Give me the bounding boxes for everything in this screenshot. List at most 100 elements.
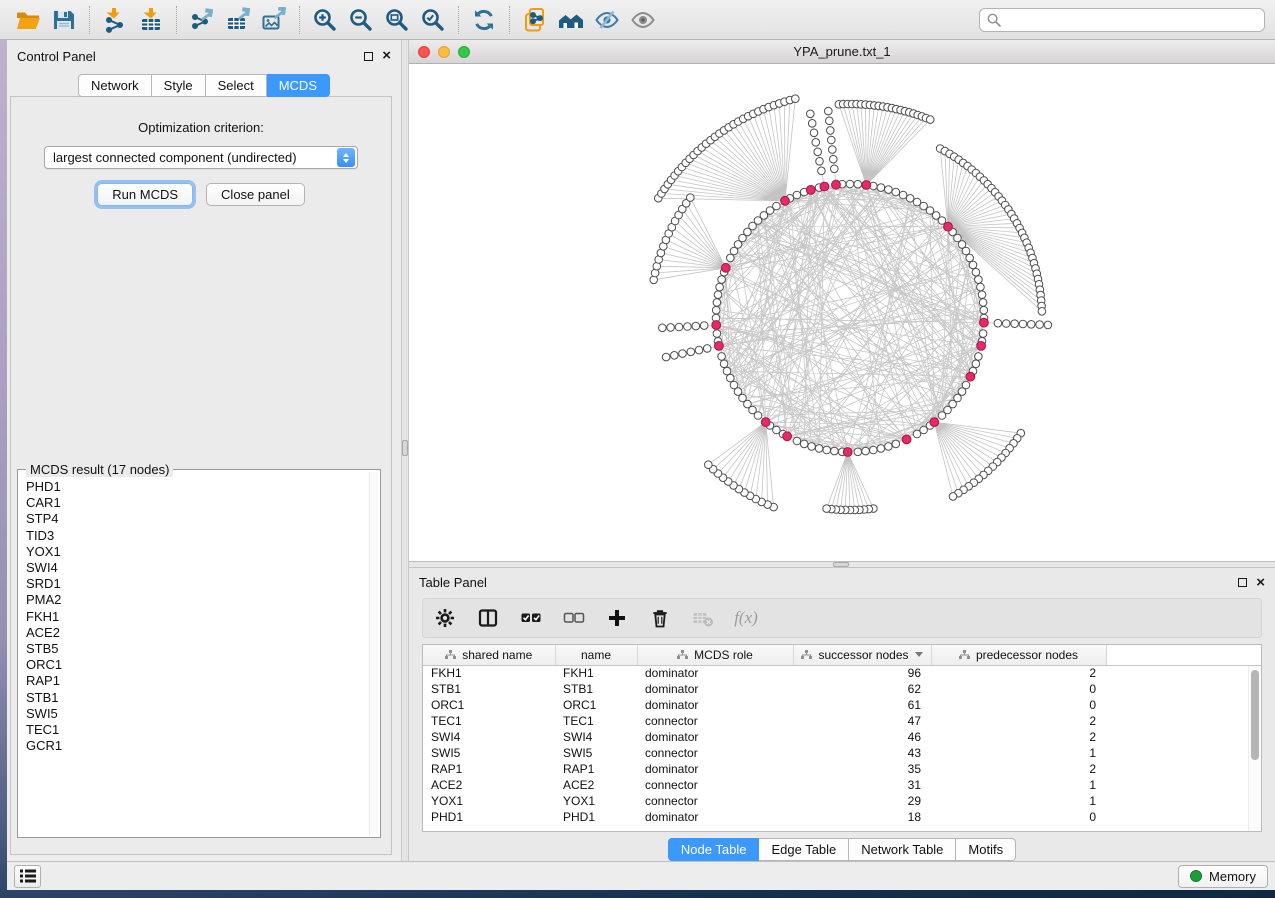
zoom-out-icon[interactable] (343, 5, 379, 35)
cell-successors[interactable]: 35 (793, 761, 931, 777)
table-row-FKH1[interactable]: FKH1FKH1dominator962 (423, 665, 1261, 681)
export-image-icon[interactable] (256, 5, 292, 35)
cell-successors[interactable]: 61 (793, 697, 931, 713)
open-file-icon[interactable] (10, 5, 46, 35)
float-table-panel-icon[interactable] (1238, 578, 1247, 587)
mcds-result-item[interactable]: SWI5 (26, 706, 366, 722)
mcds-result-item[interactable]: GCR1 (26, 738, 366, 754)
cell-role[interactable]: connector (637, 713, 793, 729)
table-tab-network-table[interactable]: Network Table (849, 838, 956, 861)
network-graph[interactable] (409, 64, 1275, 561)
save-session-icon[interactable] (46, 5, 82, 35)
panel-columns-icon[interactable] (475, 605, 501, 631)
cell-name[interactable]: FKH1 (555, 665, 637, 681)
vertical-splitter[interactable] (401, 40, 409, 861)
criterion-select[interactable]: largest connected component (undirected) (44, 146, 358, 169)
cell-predecessors[interactable]: 2 (931, 729, 1106, 745)
mcds-result-item[interactable]: SRD1 (26, 576, 366, 592)
cell-name[interactable]: SWI4 (555, 729, 637, 745)
table-row-YOX1[interactable]: YOX1YOX1connector291 (423, 793, 1261, 809)
deselect-all-rows-icon[interactable] (561, 605, 587, 631)
tab-select[interactable]: Select (206, 74, 267, 97)
cell-successors[interactable]: 96 (793, 665, 931, 681)
close-window-icon[interactable] (418, 46, 430, 58)
table-row-SWI4[interactable]: SWI4SWI4dominator462 (423, 729, 1261, 745)
table-tab-motifs[interactable]: Motifs (956, 838, 1016, 861)
run-mcds-button[interactable]: Run MCDS (97, 183, 193, 206)
cell-predecessors[interactable]: 2 (931, 761, 1106, 777)
mcds-result-item[interactable]: SWI4 (26, 560, 366, 576)
cell-name[interactable]: STB1 (555, 681, 637, 697)
column-header-name[interactable]: name (555, 645, 637, 665)
refresh-view-icon[interactable] (466, 5, 502, 35)
close-panel-button[interactable]: Close panel (206, 183, 305, 206)
mcds-result-item[interactable]: TID3 (26, 528, 366, 544)
search-input[interactable] (979, 8, 1265, 32)
mcds-result-item[interactable]: PMA2 (26, 592, 366, 608)
maximize-window-icon[interactable] (458, 46, 470, 58)
cell-predecessors[interactable]: 0 (931, 697, 1106, 713)
cell-name[interactable]: TEC1 (555, 713, 637, 729)
cell-name[interactable]: ORC1 (555, 697, 637, 713)
minimize-window-icon[interactable] (438, 46, 450, 58)
mcds-result-item[interactable]: CAR1 (26, 495, 366, 511)
cell-successors[interactable]: 62 (793, 681, 931, 697)
cell-shared_name[interactable]: PHD1 (423, 809, 555, 825)
mcds-result-list[interactable]: PHD1CAR1STP4TID3YOX1SWI4SRD1PMA2FKH1ACE2… (26, 479, 366, 835)
table-row-ACE2[interactable]: ACE2ACE2connector311 (423, 777, 1261, 793)
cell-predecessors[interactable]: 2 (931, 713, 1106, 729)
mcds-result-item[interactable]: ORC1 (26, 657, 366, 673)
import-table-icon[interactable] (133, 5, 169, 35)
table-scrollbar-thumb[interactable] (1251, 670, 1259, 760)
import-network-icon[interactable] (97, 5, 133, 35)
hide-graphics-details-icon[interactable] (589, 5, 625, 35)
table-tab-edge-table[interactable]: Edge Table (759, 838, 849, 861)
export-table-icon[interactable] (220, 5, 256, 35)
cell-shared_name[interactable]: ORC1 (423, 697, 555, 713)
task-history-button[interactable] (14, 865, 41, 888)
cell-role[interactable]: dominator (637, 697, 793, 713)
table-row-ORC1[interactable]: ORC1ORC1dominator610 (423, 697, 1261, 713)
network-canvas[interactable] (409, 64, 1275, 561)
cell-shared_name[interactable]: ACE2 (423, 777, 555, 793)
mcds-result-item[interactable]: YOX1 (26, 544, 366, 560)
cell-successors[interactable]: 43 (793, 745, 931, 761)
select-all-rows-icon[interactable] (518, 605, 544, 631)
cell-role[interactable]: connector (637, 777, 793, 793)
column-header-predecessor-nodes[interactable]: predecessor nodes (931, 645, 1106, 665)
cell-name[interactable]: ACE2 (555, 777, 637, 793)
mcds-result-item[interactable]: FKH1 (26, 609, 366, 625)
cell-name[interactable]: SWI5 (555, 745, 637, 761)
horizontal-splitter[interactable] (409, 561, 1275, 568)
zoom-in-icon[interactable] (307, 5, 343, 35)
column-header-successor-nodes[interactable]: successor nodes (793, 645, 931, 665)
table-row-PHD1[interactable]: PHD1PHD1dominator180 (423, 809, 1261, 825)
cell-successors[interactable]: 46 (793, 729, 931, 745)
share-document-icon[interactable] (517, 5, 553, 35)
cell-role[interactable]: dominator (637, 729, 793, 745)
table-row-SWI5[interactable]: SWI5SWI5connector431 (423, 745, 1261, 761)
cell-role[interactable]: dominator (637, 681, 793, 697)
table-scrollbar[interactable] (1248, 666, 1261, 831)
cell-name[interactable]: RAP1 (555, 761, 637, 777)
mcds-result-item[interactable]: TEC1 (26, 722, 366, 738)
column-header-MCDS-role[interactable]: MCDS role (637, 645, 793, 665)
cell-shared_name[interactable]: SWI5 (423, 745, 555, 761)
cell-shared_name[interactable]: SWI4 (423, 729, 555, 745)
add-column-icon[interactable] (604, 605, 630, 631)
mcds-result-item[interactable]: PHD1 (26, 479, 366, 495)
cell-predecessors[interactable]: 1 (931, 793, 1106, 809)
cell-shared_name[interactable]: YOX1 (423, 793, 555, 809)
mcds-result-item[interactable]: STP4 (26, 511, 366, 527)
table-row-STB1[interactable]: STB1STB1dominator620 (423, 681, 1261, 697)
cell-successors[interactable]: 31 (793, 777, 931, 793)
cell-shared_name[interactable]: RAP1 (423, 761, 555, 777)
mcds-result-item[interactable]: STB1 (26, 690, 366, 706)
cell-role[interactable]: dominator (637, 761, 793, 777)
tab-mcds[interactable]: MCDS (267, 74, 330, 97)
zoom-selected-icon[interactable] (415, 5, 451, 35)
memory-button[interactable]: Memory (1178, 865, 1268, 888)
close-panel-icon[interactable]: × (382, 51, 391, 61)
table-row-TEC1[interactable]: TEC1TEC1connector472 (423, 713, 1261, 729)
cell-role[interactable]: connector (637, 793, 793, 809)
